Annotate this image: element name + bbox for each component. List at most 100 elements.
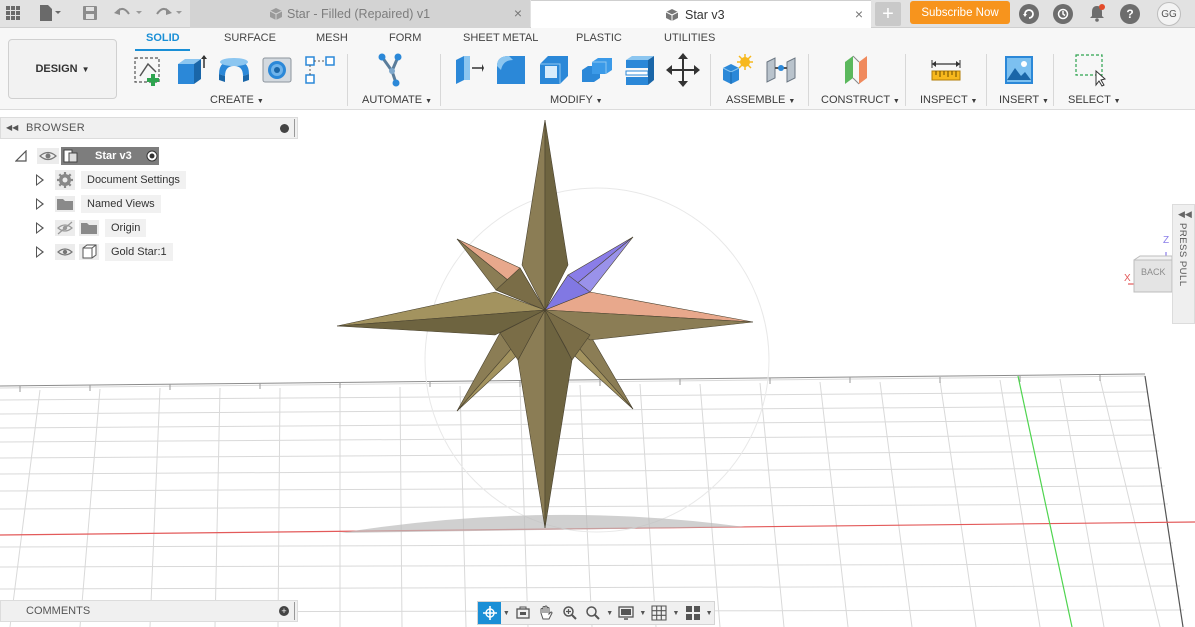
chevron-down-icon: ▼ [256, 98, 264, 105]
chevron-down-icon[interactable]: ▼ [638, 602, 648, 624]
divider [347, 54, 348, 106]
press-pull-label: PRESS PULL [1177, 223, 1188, 287]
undo-icon[interactable] [112, 0, 146, 26]
hole-icon[interactable] [260, 53, 294, 87]
extrude-icon[interactable] [174, 53, 208, 87]
expand-triangle-icon[interactable] [36, 222, 44, 234]
gold-star-body [336, 119, 754, 529]
tab-utilities[interactable]: UTILITIES [664, 32, 715, 44]
notifications-icon[interactable] [1087, 3, 1107, 23]
tree-root[interactable]: Star v3 [14, 146, 215, 166]
workspace-switcher[interactable]: DESIGN ▼ [8, 39, 117, 99]
tree-item-named-views[interactable]: Named Views [33, 194, 193, 214]
combine-icon[interactable] [580, 53, 614, 87]
press-pull-icon[interactable] [451, 53, 485, 87]
panel-grip[interactable] [294, 602, 295, 620]
component-icon [79, 244, 99, 260]
automate-icon[interactable] [377, 53, 411, 87]
press-pull-panel[interactable]: ◀◀ PRESS PULL [1172, 204, 1195, 324]
insert-image-icon[interactable] [1002, 53, 1036, 87]
viewcube[interactable]: Z X BACK [1124, 235, 1178, 303]
chevron-down-icon[interactable]: ▼ [704, 602, 714, 624]
collapse-triangle-icon[interactable] [14, 149, 27, 165]
add-comment-icon[interactable]: + [279, 606, 289, 616]
insert-menu[interactable]: INSERT ▼ [999, 94, 1049, 106]
minimize-icon[interactable] [280, 124, 289, 133]
eye-icon[interactable] [55, 244, 75, 260]
help-icon[interactable]: ? [1120, 4, 1140, 24]
divider [808, 54, 809, 106]
avatar[interactable]: GG [1157, 2, 1181, 26]
chevron-down-icon: ▼ [425, 98, 433, 105]
split-body-icon[interactable] [623, 53, 657, 87]
close-icon[interactable]: × [514, 6, 522, 20]
fillet-icon[interactable] [494, 53, 528, 87]
folder-icon [55, 196, 75, 212]
new-component-icon[interactable] [720, 53, 754, 87]
close-icon[interactable]: × [855, 7, 863, 21]
cube-icon [269, 8, 283, 23]
tree-item-gold-star[interactable]: Gold Star:1 [33, 242, 193, 262]
zoom-icon[interactable] [558, 602, 581, 624]
tab-solid[interactable]: SOLID [146, 32, 180, 44]
look-at-icon[interactable] [511, 602, 534, 624]
display-settings-icon[interactable] [615, 602, 638, 624]
tree-item-label: Named Views [81, 195, 161, 213]
expand-triangle-icon[interactable] [36, 246, 44, 258]
new-tab-button[interactable]: + [875, 2, 901, 26]
expand-triangle-icon[interactable] [36, 198, 44, 210]
tab-star-filled-repaired[interactable]: Star - Filled (Repaired) v1 × [190, 0, 530, 28]
create-sketch-icon[interactable] [131, 53, 165, 87]
joint-icon[interactable] [764, 53, 798, 87]
inspect-menu[interactable]: INSPECT ▼ [920, 94, 977, 106]
pan-icon[interactable] [535, 602, 558, 624]
eye-icon[interactable] [37, 148, 59, 164]
tab-form[interactable]: FORM [389, 32, 421, 44]
expand-triangle-icon[interactable] [36, 174, 44, 186]
browser-header[interactable]: ◀◀ BROWSER [0, 117, 298, 139]
save-icon[interactable] [80, 0, 100, 26]
collapse-panel-icon[interactable]: ◀◀ [6, 123, 18, 132]
collapse-icon: ◀◀ [1178, 209, 1192, 219]
measure-icon[interactable] [929, 53, 963, 87]
select-icon[interactable] [1074, 53, 1108, 87]
select-menu[interactable]: SELECT ▼ [1068, 94, 1121, 106]
modify-menu[interactable]: MODIFY ▼ [550, 94, 603, 106]
chevron-down-icon[interactable]: ▼ [501, 602, 511, 624]
subscribe-button[interactable]: Subscribe Now [910, 1, 1010, 24]
chevron-down-icon[interactable]: ▼ [671, 602, 681, 624]
move-icon[interactable] [666, 53, 700, 87]
create-menu[interactable]: CREATE ▼ [210, 94, 264, 106]
tree-item-document-settings[interactable]: Document Settings [33, 170, 193, 190]
tab-surface[interactable]: SURFACE [224, 32, 276, 44]
tab-sheet-metal[interactable]: SHEET METAL [463, 32, 538, 44]
assemble-menu[interactable]: ASSEMBLE ▼ [726, 94, 795, 106]
offset-plane-icon[interactable] [840, 53, 874, 87]
comments-panel[interactable]: COMMENTS + [0, 600, 298, 622]
orbit-icon[interactable] [478, 602, 502, 624]
history-icon[interactable] [1053, 4, 1073, 24]
grid-snap-icon[interactable] [648, 602, 671, 624]
pattern-icon[interactable] [303, 53, 337, 87]
tab-plastic[interactable]: PLASTIC [576, 32, 622, 44]
activate-radio-icon[interactable] [146, 150, 158, 165]
tree-item-origin[interactable]: Origin [33, 218, 193, 238]
fit-icon[interactable] [581, 602, 604, 624]
tab-star-v3[interactable]: Star v3 × [531, 0, 871, 28]
apps-grid-icon[interactable] [3, 0, 23, 26]
chevron-down-icon[interactable]: ▼ [605, 602, 615, 624]
chevron-down-icon: ▼ [892, 98, 900, 105]
group-label: ASSEMBLE [726, 94, 786, 106]
panel-grip[interactable] [294, 119, 295, 137]
construct-menu[interactable]: CONSTRUCT ▼ [821, 94, 900, 106]
viewports-icon[interactable] [681, 602, 704, 624]
tab-mesh[interactable]: MESH [316, 32, 348, 44]
revolve-icon[interactable] [217, 53, 251, 87]
eye-hidden-icon[interactable] [55, 220, 75, 236]
file-icon[interactable] [34, 0, 66, 26]
automate-menu[interactable]: AUTOMATE ▼ [362, 94, 432, 106]
job-status-icon[interactable] [1019, 4, 1039, 24]
document-icon [63, 149, 79, 166]
redo-icon[interactable] [152, 0, 186, 26]
shell-icon[interactable] [537, 53, 571, 87]
